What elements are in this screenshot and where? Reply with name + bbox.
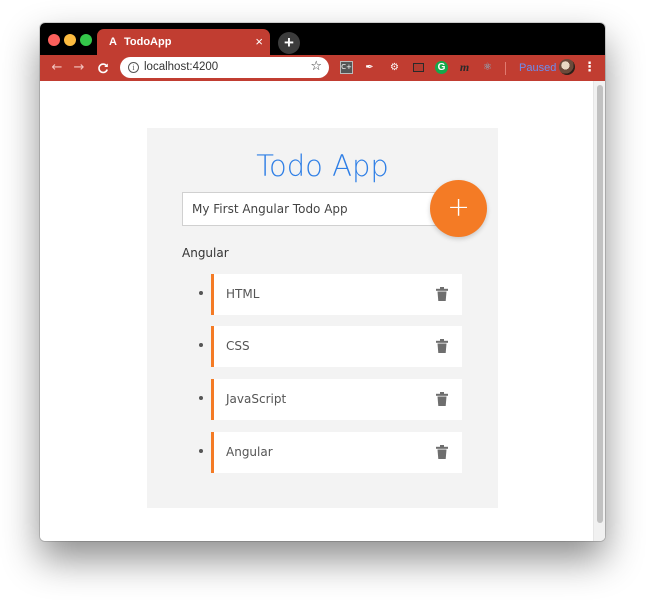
trash-icon[interactable] <box>436 445 448 459</box>
bookmark-star-icon[interactable]: ☆ <box>310 59 322 75</box>
list-item[interactable]: HTML <box>199 274 462 315</box>
maximize-window-button[interactable] <box>80 34 92 46</box>
browser-window: A TodoApp × + ← → i localhost:4200 ☆ C+ … <box>40 23 605 541</box>
tab-strip: A TodoApp × + <box>40 23 605 56</box>
bullet <box>199 449 203 453</box>
m-icon[interactable]: m <box>458 61 471 74</box>
avatar[interactable] <box>559 59 575 75</box>
grammarly-icon[interactable]: G <box>435 61 448 74</box>
profile-status[interactable]: Paused <box>519 61 556 75</box>
scrollbar[interactable] <box>593 81 605 541</box>
browser-tab[interactable]: A TodoApp × <box>97 29 270 56</box>
angular-icon: A <box>109 36 117 48</box>
page-viewport: Todo App + Angular HTML CSS <box>40 81 605 541</box>
react-devtools-icon[interactable]: ⚛ <box>481 61 494 74</box>
toolbar-divider <box>505 62 506 75</box>
page-title: Todo App <box>256 149 389 183</box>
scrollbar-thumb[interactable] <box>597 85 603 523</box>
todo-input[interactable] <box>182 192 447 226</box>
close-tab-icon[interactable]: × <box>255 34 263 49</box>
browser-toolbar: ← → i localhost:4200 ☆ C+ ✒ ⚙ G m ⚛ Paus… <box>40 55 605 81</box>
close-window-button[interactable] <box>48 34 60 46</box>
todo-label: JavaScript <box>226 392 287 406</box>
new-tab-button[interactable]: + <box>278 32 300 54</box>
list-item[interactable]: Angular <box>199 432 462 473</box>
todo-card: Todo App + Angular HTML CSS <box>147 128 498 508</box>
minimize-window-button[interactable] <box>64 34 76 46</box>
url-text: localhost:4200 <box>144 61 219 73</box>
back-arrow-icon[interactable]: ← <box>48 59 66 77</box>
bullet <box>199 343 203 347</box>
list-item[interactable]: CSS <box>199 326 462 367</box>
pen-icon[interactable]: ✒ <box>363 61 376 74</box>
chrome-extension-icon[interactable]: C+ <box>340 61 353 74</box>
bullet <box>199 396 203 400</box>
trash-icon[interactable] <box>436 287 448 301</box>
trash-icon[interactable] <box>436 339 448 353</box>
screenshot-icon[interactable] <box>412 61 425 74</box>
list-title: Angular <box>182 246 229 260</box>
todo-label: HTML <box>226 287 260 301</box>
todo-label: Angular <box>226 445 273 459</box>
reload-icon[interactable] <box>94 59 112 77</box>
todo-label: CSS <box>226 339 250 353</box>
settings-extension-icon[interactable]: ⚙ <box>388 61 401 74</box>
address-bar[interactable]: i localhost:4200 ☆ <box>120 57 329 78</box>
tab-title: TodoApp <box>124 36 172 48</box>
info-icon[interactable]: i <box>128 62 139 73</box>
list-item[interactable]: JavaScript <box>199 379 462 420</box>
bullet <box>199 291 203 295</box>
trash-icon[interactable] <box>436 392 448 406</box>
add-todo-button[interactable]: + <box>430 180 487 237</box>
more-menu-icon[interactable]: ⋮ <box>583 59 596 77</box>
forward-arrow-icon[interactable]: → <box>70 59 88 77</box>
